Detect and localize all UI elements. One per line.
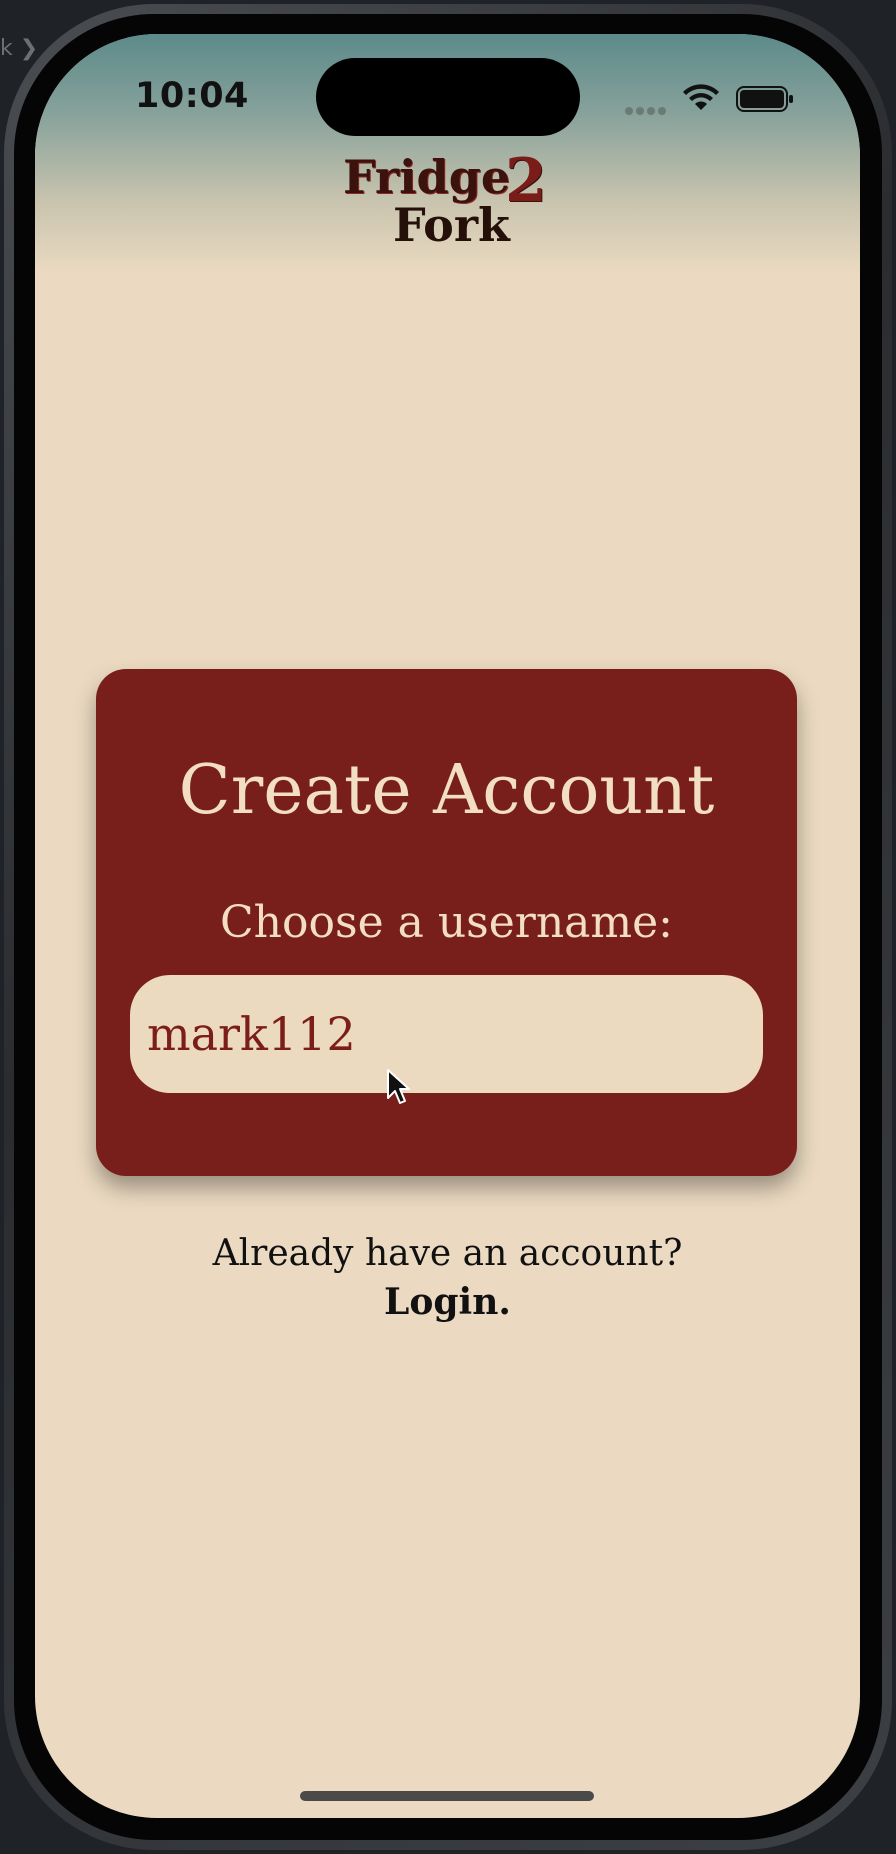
logo-number: 2 [505,146,547,216]
create-account-title: Create Account [178,751,715,830]
login-link[interactable]: Login. [35,1281,860,1324]
cellular-signal-icon [625,102,669,115]
logo-word-fork: Fork [393,198,510,252]
already-have-account-text: Already have an account? [212,1233,683,1274]
logo-word-fridge: Fridge [343,150,511,204]
battery-icon [736,86,793,112]
background-breadcrumb-fragment: k ❯ [0,36,39,61]
username-input[interactable] [130,975,763,1093]
create-account-card: Create Account Choose a username: [96,669,797,1176]
username-label: Choose a username: [220,897,673,948]
status-bar-time: 10:04 [135,76,249,116]
home-indicator[interactable] [300,1791,594,1801]
fridge2fork-logo: Fridge 2 Fork [335,146,575,282]
mouse-pointer-icon [387,1069,410,1104]
dynamic-island [316,58,580,136]
app-screen: 10:04 Fridge 2 Fork Create Account Choos… [35,34,860,1818]
wifi-icon [683,84,719,110]
